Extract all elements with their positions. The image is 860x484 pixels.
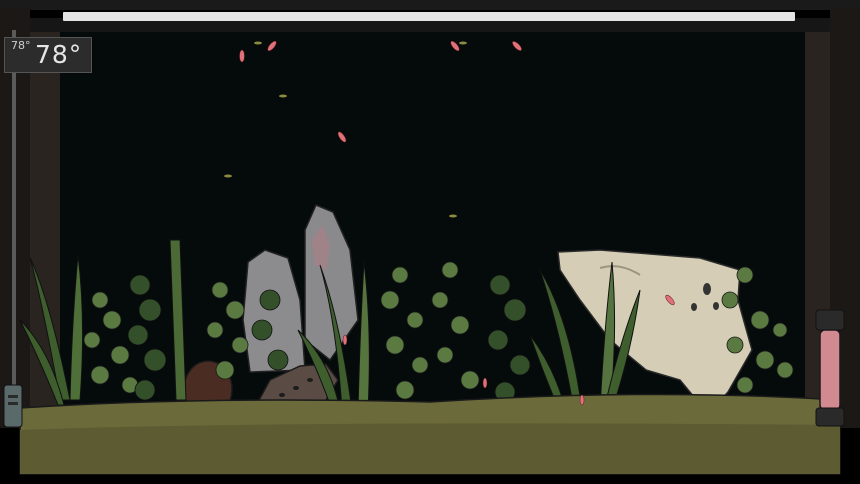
thermometer-display[interactable]: 78° 78°: [4, 37, 92, 73]
tank-light: [63, 12, 795, 21]
aquarium-heater-icon[interactable]: [815, 309, 845, 427]
aquarium-scene: [0, 0, 860, 484]
thermometer-small-reading: 78°: [11, 39, 31, 52]
thermometer-large-reading: 78°: [35, 40, 83, 69]
substrate: [19, 393, 841, 475]
